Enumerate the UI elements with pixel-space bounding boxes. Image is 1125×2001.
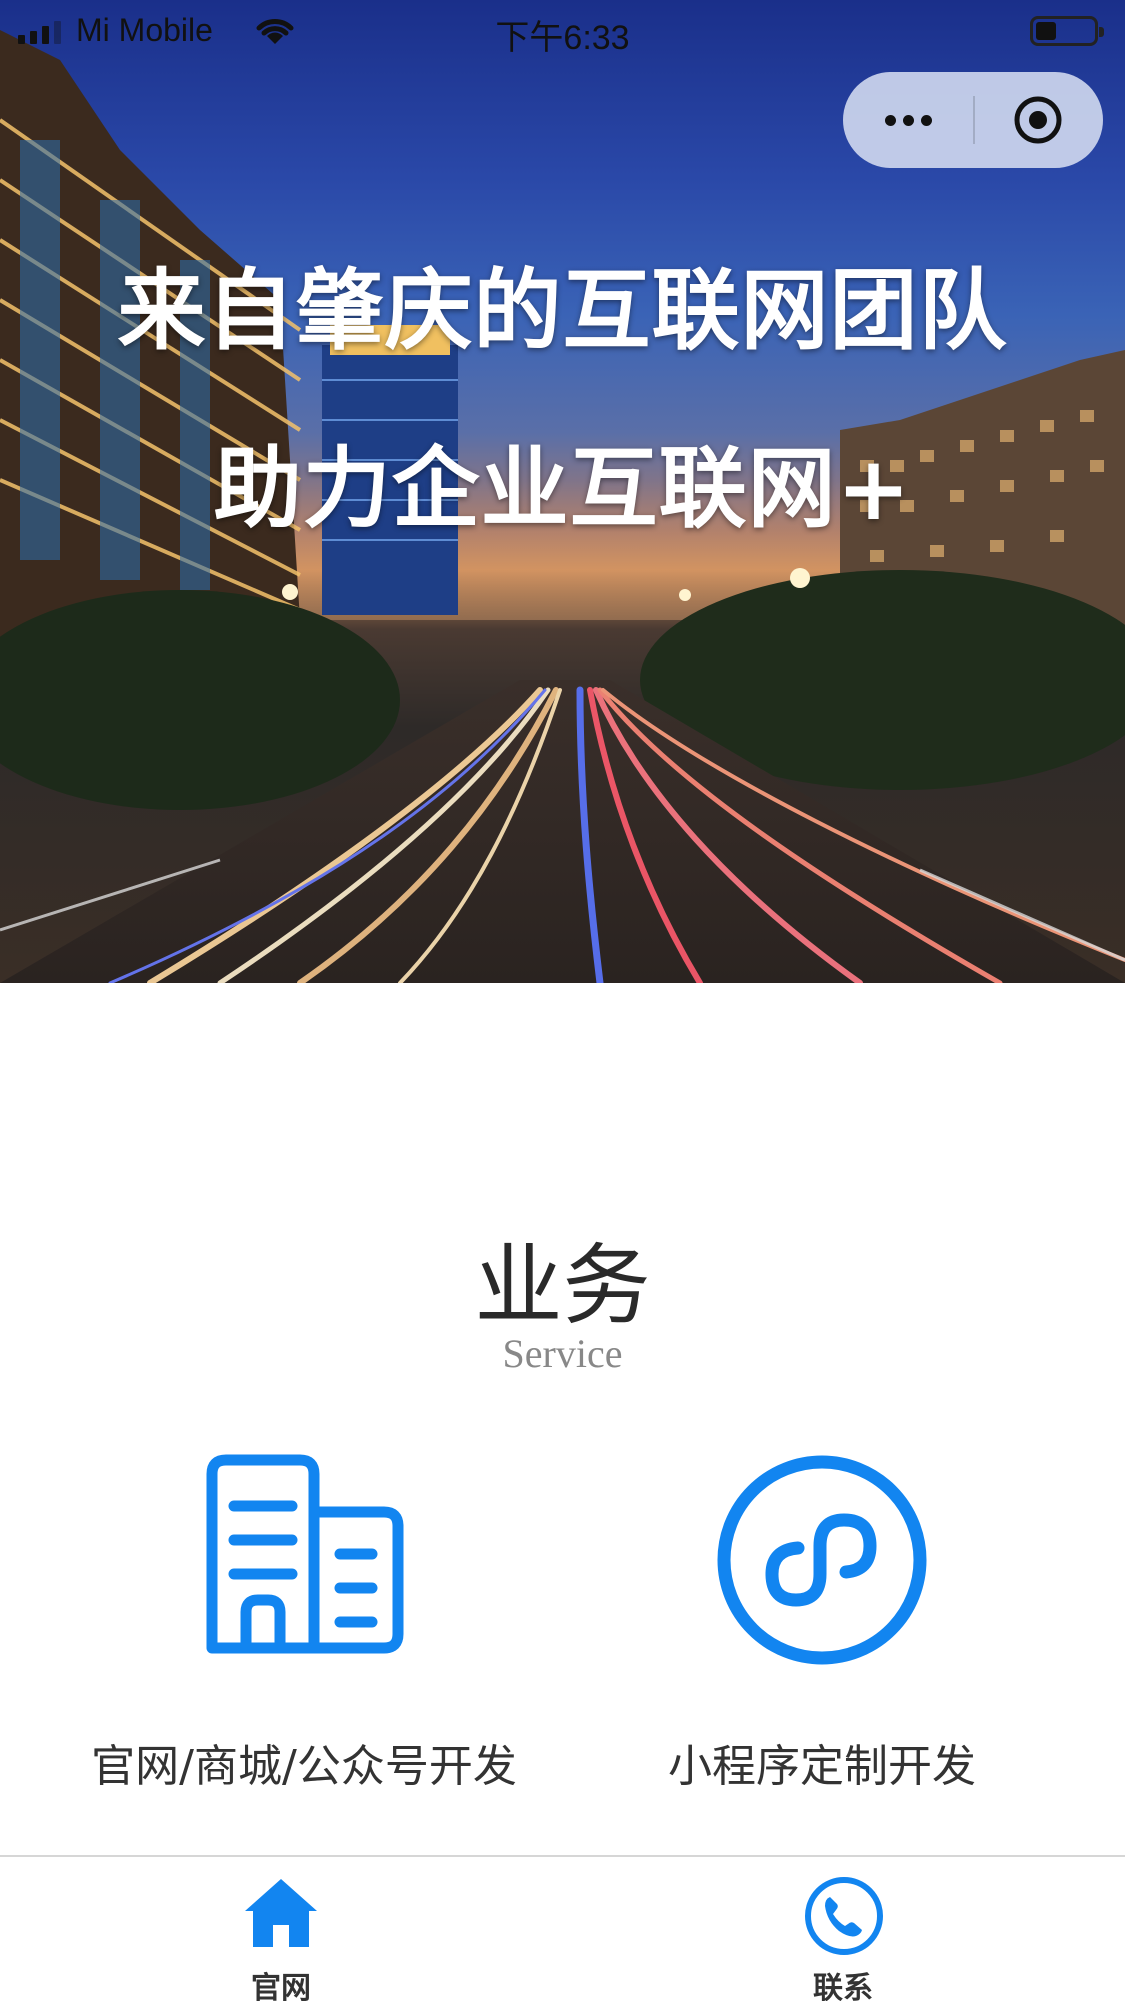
service-item-label: 官网/商城/公众号开发 [91,1741,517,1792]
mini-program-capsule [843,72,1103,168]
hero-title: 来自肇庆的互联网团队 [117,259,1008,362]
mini-program-icon [717,1455,927,1665]
battery-level [1036,22,1056,40]
tab-contact-label: 联系 [813,1971,873,2001]
target-circle-icon[interactable] [973,72,1103,168]
battery-icon [1030,16,1104,46]
status-bar: Mi Mobile 下午6:33 [0,0,1125,62]
status-time: 下午6:33 [495,19,630,57]
more-dots-icon[interactable] [843,72,973,168]
building-icon [206,1454,404,1654]
service-section-title: 业务 [474,1234,651,1337]
tab-home[interactable]: 官网 [131,1857,431,2001]
tab-home-label: 官网 [251,1971,311,2001]
bottom-tab-bar: 官网 联系 [0,1855,1125,2001]
home-icon [245,1879,317,1947]
service-item-website[interactable]: 官网/商城/公众号开发 [54,1440,554,1800]
hero-subtitle: 助力企业互联网+ [213,437,912,540]
tab-contact[interactable]: 联系 [693,1857,993,2001]
service-item-label: 小程序定制开发 [668,1741,976,1792]
hero-banner: Mi Mobile 下午6:33 来自肇庆的互联网团队 助力企业互联网+ [0,0,1125,983]
phone-icon [805,1877,883,1955]
service-item-mini-program[interactable]: 小程序定制开发 [572,1440,1072,1800]
service-section-subtitle: Service [502,1331,623,1376]
